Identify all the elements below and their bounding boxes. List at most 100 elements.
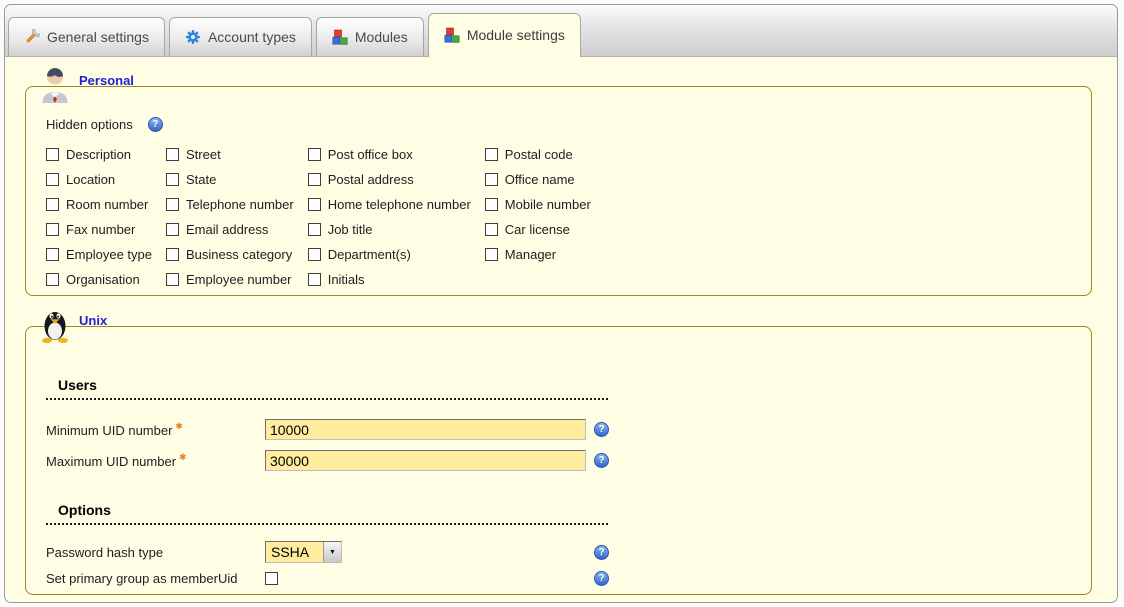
hidden-option-checkbox[interactable] [166, 198, 179, 211]
hidden-option[interactable]: Postal address [308, 172, 471, 187]
tab-module-settings[interactable]: Module settings [428, 13, 581, 57]
hidden-option[interactable]: Street [166, 147, 294, 162]
modules-cubes-icon [332, 29, 348, 45]
hidden-option-checkbox[interactable] [485, 173, 498, 186]
hidden-option[interactable]: State [166, 172, 294, 187]
tab-label: General settings [47, 29, 149, 45]
hidden-option-label: Post office box [328, 147, 413, 162]
maximum-uid-label: Maximum UID number [46, 452, 265, 469]
password-hash-select[interactable]: SSHA [265, 541, 342, 563]
hidden-option-checkbox[interactable] [46, 273, 59, 286]
users-subheader: Users [46, 377, 608, 400]
hidden-option-label: Room number [66, 197, 148, 212]
hidden-option[interactable]: Home telephone number [308, 197, 471, 212]
hidden-option-label: Telephone number [186, 197, 294, 212]
hidden-option-checkbox[interactable] [485, 198, 498, 211]
tab-label: Modules [355, 29, 408, 45]
hidden-option-checkbox[interactable] [46, 148, 59, 161]
help-icon[interactable] [148, 117, 163, 132]
hidden-option-checkbox[interactable] [166, 173, 179, 186]
lam-configuration-window: General settings Account types [4, 4, 1118, 603]
hidden-option-checkbox[interactable] [485, 248, 498, 261]
hidden-option[interactable]: Fax number [46, 222, 152, 237]
personal-section-title: Personal [79, 74, 134, 88]
options-subheader: Options [46, 502, 608, 525]
users-rows: Minimum UID number Maximum UID number [46, 414, 1091, 476]
wrench-icon [24, 29, 40, 45]
tab-general-settings[interactable]: General settings [8, 17, 165, 56]
hidden-option[interactable]: Initials [308, 272, 471, 287]
hidden-option[interactable]: Car license [485, 222, 591, 237]
modules-cubes-icon [444, 27, 460, 43]
hidden-option[interactable]: Employee number [166, 272, 294, 287]
hidden-option-checkbox[interactable] [46, 223, 59, 236]
hidden-option[interactable]: Description [46, 147, 152, 162]
unix-section-title: Unix [79, 314, 107, 328]
help-icon[interactable] [594, 571, 609, 586]
hidden-option-checkbox[interactable] [485, 223, 498, 236]
required-icon [175, 421, 183, 432]
maximum-uid-input[interactable] [265, 450, 586, 471]
help-icon[interactable] [594, 422, 609, 437]
tab-modules[interactable]: Modules [316, 17, 424, 56]
chevron-down-icon[interactable] [323, 542, 341, 562]
options-subheader-label: Options [58, 502, 111, 518]
hidden-option-checkbox[interactable] [166, 248, 179, 261]
hidden-options-label: Hidden options [46, 117, 133, 132]
hidden-option-checkbox[interactable] [308, 273, 321, 286]
hidden-option-checkbox[interactable] [46, 248, 59, 261]
hidden-option-checkbox[interactable] [485, 148, 498, 161]
hidden-option-checkbox[interactable] [46, 173, 59, 186]
hidden-option-label: Postal address [328, 172, 414, 187]
hidden-option[interactable]: Department(s) [308, 247, 471, 262]
unix-section-header: Unix [40, 307, 107, 328]
hidden-option[interactable]: Office name [485, 172, 591, 187]
personal-section-header: Personal [40, 65, 134, 88]
hidden-option-checkbox[interactable] [308, 198, 321, 211]
help-icon[interactable] [594, 545, 609, 560]
options-rows: Password hash type SSHA Set primary grou… [46, 539, 1091, 591]
minimum-uid-input[interactable] [265, 419, 586, 440]
hidden-option[interactable]: Mobile number [485, 197, 591, 212]
hidden-option[interactable]: Business category [166, 247, 294, 262]
hidden-option-checkbox[interactable] [308, 148, 321, 161]
hidden-option-checkbox[interactable] [46, 198, 59, 211]
hidden-option-checkbox[interactable] [308, 248, 321, 261]
hidden-option-checkbox[interactable] [166, 223, 179, 236]
hidden-option[interactable]: Job title [308, 222, 471, 237]
password-hash-label: Password hash type [46, 545, 265, 560]
hidden-option-label: Mobile number [505, 197, 591, 212]
tab-label: Module settings [467, 27, 565, 43]
hidden-option-label: Department(s) [328, 247, 411, 262]
module-settings-panel: Personal Hidden options Description Stree… [5, 57, 1117, 595]
member-uid-checkbox[interactable] [265, 572, 278, 585]
hidden-option[interactable]: Location [46, 172, 152, 187]
hidden-option[interactable]: Room number [46, 197, 152, 212]
hidden-option[interactable]: Organisation [46, 272, 152, 287]
personal-section: Personal Hidden options DescriptionStree… [25, 86, 1092, 296]
password-hash-value: SSHA [266, 542, 323, 562]
help-icon[interactable] [594, 453, 609, 468]
hidden-option[interactable]: Telephone number [166, 197, 294, 212]
tux-penguin-icon [40, 307, 70, 343]
tab-bar: General settings Account types [5, 5, 1117, 57]
hidden-option-label: Email address [186, 222, 268, 237]
hidden-option-label: Business category [186, 247, 292, 262]
hidden-option-checkbox[interactable] [308, 223, 321, 236]
hidden-option-label: State [186, 172, 216, 187]
hidden-option[interactable]: Email address [166, 222, 294, 237]
hidden-option[interactable]: Postal code [485, 147, 591, 162]
member-uid-label: Set primary group as memberUid [46, 571, 265, 586]
hidden-option-label: Employee number [186, 272, 292, 287]
member-uid-row: Set primary group as memberUid [46, 565, 1091, 591]
hidden-option-checkbox[interactable] [166, 148, 179, 161]
hidden-option[interactable]: Manager [485, 247, 591, 262]
hidden-option-checkbox[interactable] [308, 173, 321, 186]
password-hash-row: Password hash type SSHA [46, 539, 1091, 565]
hidden-option[interactable]: Employee type [46, 247, 152, 262]
hidden-option-label: Fax number [66, 222, 135, 237]
tab-account-types[interactable]: Account types [169, 17, 312, 56]
hidden-option-checkbox[interactable] [166, 273, 179, 286]
hidden-option[interactable]: Post office box [308, 147, 471, 162]
minimum-uid-label: Minimum UID number [46, 421, 265, 438]
